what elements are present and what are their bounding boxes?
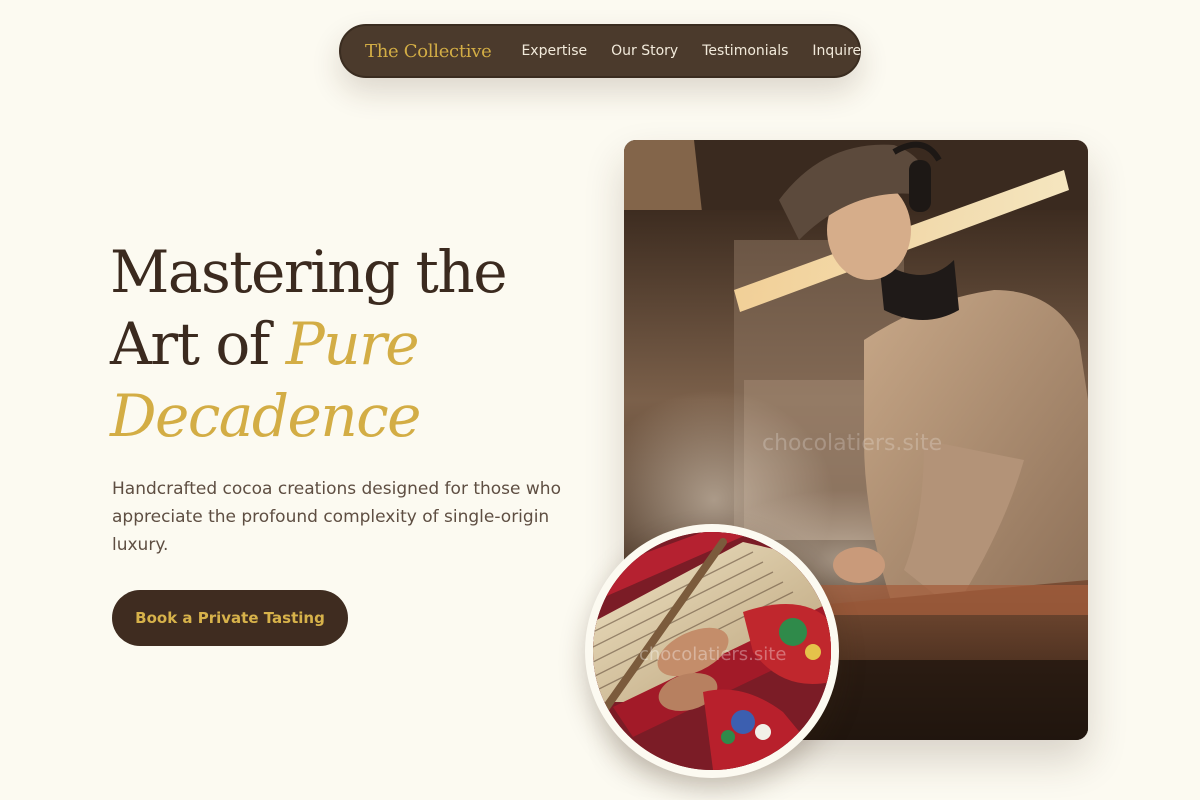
hero-subtitle: Handcrafted cocoa creations designed for… — [112, 479, 561, 555]
nav-link-testimonials[interactable]: Testimonials — [702, 43, 788, 59]
top-nav: The Collective Expertise Our Story Testi… — [339, 24, 861, 78]
hero-title-line-1: Mastering the — [110, 238, 508, 306]
nav-link-expertise[interactable]: Expertise — [521, 43, 587, 59]
hero-title-accent-pure: Pure — [285, 310, 420, 378]
nav-links: Expertise Our Story Testimonials Inquire — [521, 43, 861, 59]
hero-title-plain: Art of — [110, 310, 286, 378]
brand-logo[interactable]: The Collective — [365, 41, 492, 62]
book-tasting-button[interactable]: Book a Private Tasting — [112, 590, 348, 646]
photo-watermark: chocolatiers.site — [762, 431, 943, 456]
hero-title: Mastering the Art of Pure Decadence — [110, 236, 508, 452]
nav-link-inquire[interactable]: Inquire — [812, 43, 861, 59]
weaving-photo: chocolatiers.site — [593, 532, 831, 770]
nav-link-our-story[interactable]: Our Story — [611, 43, 678, 59]
weaving-photo-frame: chocolatiers.site — [585, 524, 839, 778]
hero-title-line-2: Art of Pure — [110, 308, 506, 380]
hero-title-accent-decadence: Decadence — [110, 382, 422, 450]
circle-photo-watermark: chocolatiers.site — [639, 644, 787, 665]
